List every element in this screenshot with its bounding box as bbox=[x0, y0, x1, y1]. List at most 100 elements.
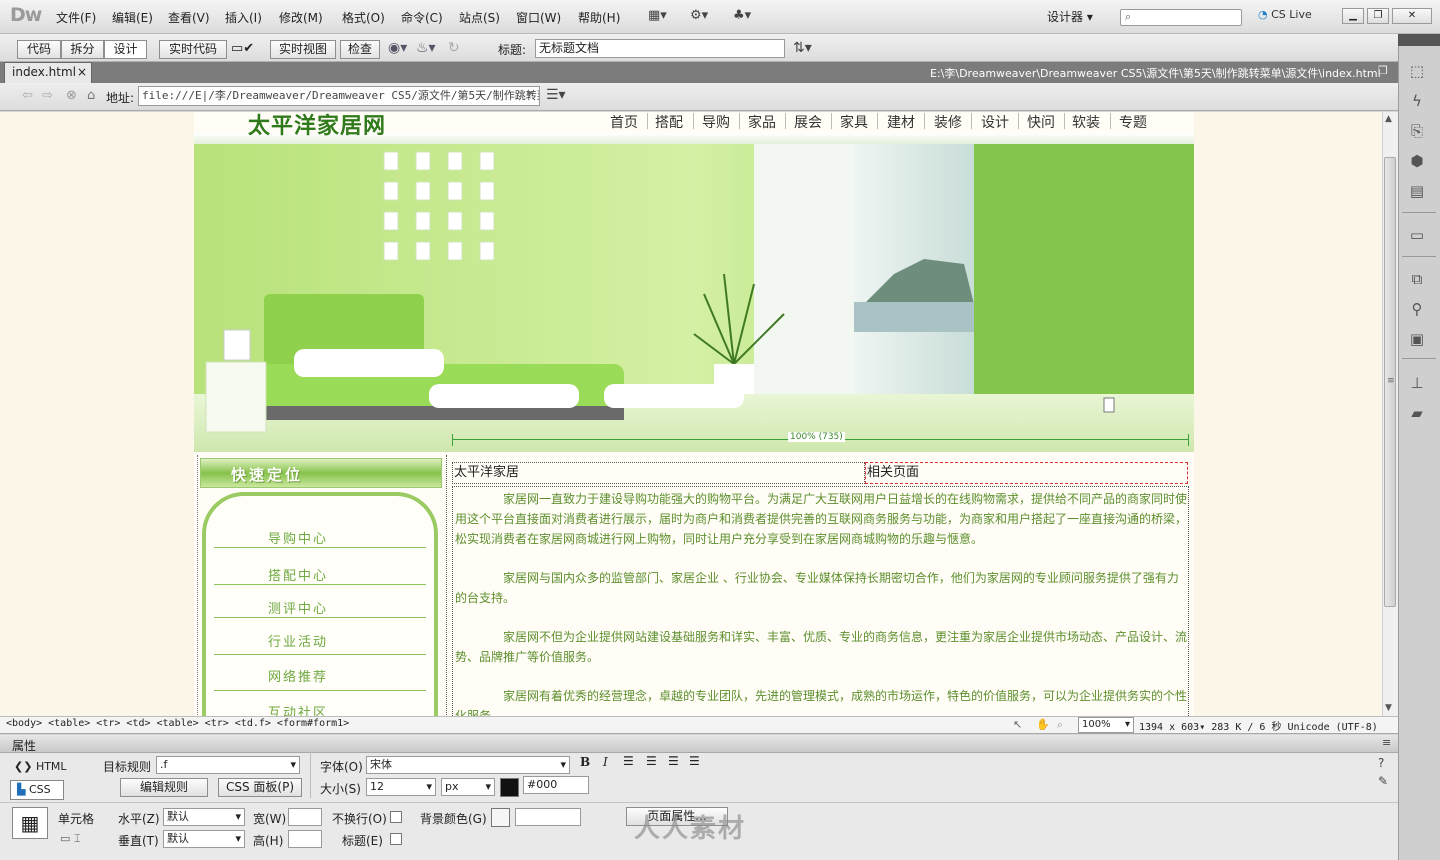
inspect-button[interactable]: 检查 bbox=[340, 40, 380, 59]
browse-options-icon[interactable]: ☰▾ bbox=[546, 87, 566, 103]
help-icon[interactable]: ? bbox=[1378, 756, 1384, 770]
size-select[interactable]: 12 ▾ bbox=[366, 778, 436, 796]
table-cell-related[interactable]: 相关页面 bbox=[865, 462, 1188, 484]
quick-tag-icon[interactable]: ✎ bbox=[1378, 774, 1388, 788]
select-tool-icon[interactable]: ↖ bbox=[1013, 718, 1022, 731]
bold-icon[interactable]: B bbox=[580, 755, 590, 769]
layout-icon[interactable]: ▦▾ bbox=[648, 8, 667, 23]
width-input[interactable] bbox=[288, 808, 322, 826]
tag-selector[interactable]: <body> <table> <tr> <td> <table> <tr> <t… bbox=[6, 718, 349, 729]
window-panel-icon[interactable]: ▭ bbox=[1406, 226, 1428, 246]
workspace-switcher[interactable]: 设计器 ▾ bbox=[1047, 8, 1093, 25]
css-styles-icon[interactable]: ▤ bbox=[1406, 182, 1428, 202]
menu-format[interactable]: 格式(O) bbox=[342, 9, 385, 26]
scroll-down-icon[interactable]: ▼ bbox=[1385, 703, 1392, 713]
nav-item[interactable]: 软装 bbox=[1072, 112, 1100, 132]
page-settings-icon[interactable]: ⎘ bbox=[1406, 122, 1428, 142]
html-mode-button[interactable]: ❮❯ HTML bbox=[14, 760, 67, 773]
tab-close-icon[interactable]: × bbox=[77, 63, 87, 82]
site-tree-icon[interactable]: ♣▾ bbox=[733, 8, 751, 23]
briefcase-icon[interactable]: ▰ bbox=[1406, 404, 1428, 424]
nav-item[interactable]: 建材 bbox=[887, 112, 915, 132]
nav-item[interactable]: 家具 bbox=[840, 112, 868, 132]
browser-preview-icon[interactable]: ◉▾ bbox=[388, 40, 407, 56]
bg-color-field[interactable] bbox=[515, 808, 581, 826]
back-icon[interactable]: ⇦ bbox=[22, 88, 33, 103]
zoom-tool-icon[interactable]: ⌕ bbox=[1057, 718, 1063, 732]
header-checkbox[interactable] bbox=[390, 833, 402, 845]
height-input[interactable] bbox=[288, 830, 322, 848]
font-select[interactable]: 宋体 ▾ bbox=[366, 756, 570, 774]
zoom-select[interactable]: 100% ▾ bbox=[1078, 717, 1134, 733]
menu-site[interactable]: 站点(S) bbox=[459, 9, 500, 26]
nav-item[interactable]: 导购 bbox=[702, 112, 730, 132]
results-icon[interactable]: ▣ bbox=[1406, 330, 1428, 350]
nav-item[interactable]: 展会 bbox=[794, 112, 822, 132]
lightning-icon[interactable]: ϟ bbox=[1406, 92, 1428, 112]
merge-split-icon[interactable]: ▭ ⌶ bbox=[60, 832, 81, 846]
address-input[interactable]: file:///E|/李/Dreamweaver/Dreamweaver CS5… bbox=[138, 86, 540, 106]
title-input[interactable]: 无标题文档 bbox=[535, 39, 785, 58]
forward-icon[interactable]: ⇨ bbox=[42, 88, 53, 103]
sidebar-item[interactable]: 行业活动 bbox=[268, 631, 328, 650]
file-management-icon[interactable]: ⇅▾ bbox=[793, 40, 812, 56]
nav-item[interactable]: 专题 bbox=[1119, 112, 1147, 132]
search-input[interactable]: ⌕ bbox=[1120, 9, 1242, 26]
scroll-up-icon[interactable]: ▲ bbox=[1385, 114, 1392, 124]
sidebar-item[interactable]: 测评中心 bbox=[268, 598, 328, 617]
nav-item[interactable]: 装修 bbox=[934, 112, 962, 132]
cs-live[interactable]: ◔ CS Live bbox=[1258, 8, 1312, 21]
align-right-icon[interactable]: ☰ bbox=[668, 754, 679, 768]
menu-file[interactable]: 文件(F) bbox=[56, 9, 96, 26]
refresh-icon[interactable]: ↻ bbox=[448, 40, 460, 56]
menu-edit[interactable]: 编辑(E) bbox=[112, 9, 153, 26]
menu-window[interactable]: 窗口(W) bbox=[516, 9, 561, 26]
stop-icon[interactable]: ⊗ bbox=[66, 88, 77, 103]
justify-icon[interactable]: ☰ bbox=[689, 754, 700, 768]
align-center-icon[interactable]: ☰ bbox=[646, 754, 657, 768]
close-button[interactable]: ✕ bbox=[1392, 8, 1432, 24]
sitemap-icon[interactable]: ⊥ bbox=[1406, 374, 1428, 394]
address-dropdown-icon[interactable]: ▾ bbox=[527, 89, 532, 100]
color-field[interactable]: #000 bbox=[523, 776, 589, 794]
insert-panel-icon[interactable]: ⬚ bbox=[1406, 62, 1428, 82]
nav-item[interactable]: 设计 bbox=[981, 112, 1009, 132]
menu-modify[interactable]: 修改(M) bbox=[279, 9, 323, 26]
menu-commands[interactable]: 命令(C) bbox=[401, 9, 443, 26]
menu-help[interactable]: 帮助(H) bbox=[578, 9, 620, 26]
design-view-button[interactable]: 设计 bbox=[104, 40, 147, 59]
css-mode-button[interactable]: ▙ CSS bbox=[10, 780, 64, 800]
resize-grip-icon[interactable]: ≡ bbox=[1387, 376, 1395, 386]
menu-insert[interactable]: 插入(I) bbox=[225, 9, 262, 26]
gear-icon[interactable]: ⚙▾ bbox=[690, 8, 708, 23]
sidebar-item[interactable]: 搭配中心 bbox=[268, 565, 328, 584]
minimize-button[interactable]: ▁ bbox=[1342, 8, 1364, 24]
target-rule-select[interactable]: .f ▾ bbox=[156, 756, 300, 774]
unit-select[interactable]: px ▾ bbox=[441, 778, 495, 796]
css-panel-button[interactable]: CSS 面板(P) bbox=[218, 778, 302, 797]
document-tab[interactable]: index.html × bbox=[4, 62, 92, 83]
nowrap-checkbox[interactable] bbox=[390, 811, 402, 823]
restore-doc-icon[interactable]: ❐ bbox=[1378, 64, 1388, 77]
split-view-button[interactable]: 拆分 bbox=[61, 40, 104, 59]
hand-tool-icon[interactable]: ✋ bbox=[1036, 718, 1050, 731]
sidebar-item[interactable]: 导购中心 bbox=[268, 528, 328, 547]
code-view-button[interactable]: 代码 bbox=[17, 40, 61, 59]
edit-rule-button[interactable]: 编辑规则 bbox=[120, 778, 208, 797]
nav-item[interactable]: 家品 bbox=[748, 112, 776, 132]
nav-item[interactable]: 搭配 bbox=[655, 112, 683, 132]
nav-item[interactable]: 快问 bbox=[1027, 112, 1055, 132]
sidebar-item[interactable]: 网络推荐 bbox=[268, 666, 328, 685]
horz-select[interactable]: 默认 ▾ bbox=[163, 808, 245, 826]
live-code-button[interactable]: 实时代码 bbox=[159, 40, 227, 59]
live-view-button[interactable]: 实时视图 bbox=[270, 40, 336, 59]
validate-icon[interactable]: ▭✔ bbox=[231, 41, 254, 56]
table-cell-title[interactable]: 太平洋家居 bbox=[452, 462, 865, 484]
restore-button[interactable]: ❐ bbox=[1367, 8, 1389, 24]
bg-color-swatch[interactable] bbox=[491, 808, 510, 827]
ap-elements-icon[interactable]: ⧉ bbox=[1406, 270, 1428, 290]
home-icon[interactable]: ⌂ bbox=[87, 88, 95, 103]
vert-select[interactable]: 默认 ▾ bbox=[163, 830, 245, 848]
code-inspector-icon[interactable]: ⚲ bbox=[1406, 300, 1428, 320]
panel-menu-icon[interactable]: ≡ bbox=[1382, 736, 1391, 749]
